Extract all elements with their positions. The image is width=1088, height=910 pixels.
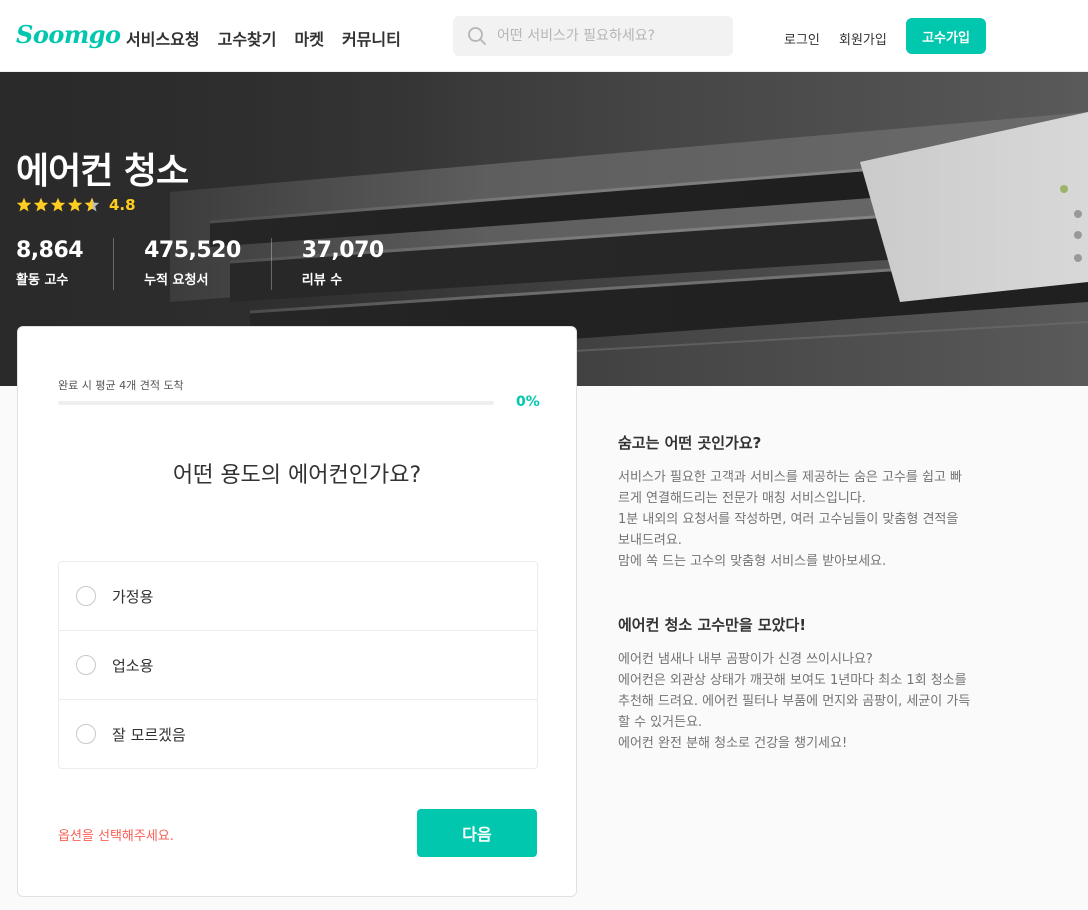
service-text-line: 할 수 있거든요. bbox=[618, 715, 703, 730]
stat-label: 리뷰 수 bbox=[301, 273, 343, 288]
request-form-card: 완료 시 평균 4개 견적 도착 0% 어떤 용도의 에어컨인가요? 가정용 업… bbox=[17, 326, 577, 897]
soomgo-logo[interactable]: Soomgo bbox=[16, 20, 121, 49]
signup-link[interactable]: 회원가입 bbox=[839, 29, 887, 48]
service-text-line: 에어컨 냄새나 내부 곰팡이가 신경 쓰이시나요? bbox=[618, 652, 873, 667]
progress-label: 완료 시 평균 4개 견적 도착 bbox=[58, 379, 184, 392]
option-home[interactable]: 가정용 bbox=[59, 562, 537, 631]
search-icon bbox=[468, 27, 486, 45]
pro-signup-button[interactable]: 고수가입 bbox=[906, 18, 986, 54]
stat-active-pros: 8,864 활동 고수 bbox=[16, 238, 115, 290]
star-icon bbox=[50, 197, 66, 212]
stat-label: 누적 요청서 bbox=[144, 273, 209, 288]
stat-reviews: 37,070 리뷰 수 bbox=[302, 238, 414, 290]
about-text-line: 맘에 쏙 드는 고수의 맞춤형 서비스를 받아보세요. bbox=[618, 554, 887, 569]
radio-button[interactable] bbox=[76, 724, 96, 744]
star-icon bbox=[16, 197, 32, 212]
search-box bbox=[453, 16, 733, 56]
page-title: 에어컨 청소 bbox=[16, 151, 189, 192]
service-description: 에어컨 청소 고수만을 모았다! 에어컨 냄새나 내부 곰팡이가 신경 쓰이시나… bbox=[618, 614, 990, 754]
option-label: 업소용 bbox=[112, 656, 154, 675]
next-button[interactable]: 다음 bbox=[417, 809, 537, 857]
stat-value: 8,864 bbox=[16, 238, 84, 263]
question-title: 어떤 용도의 에어컨인가요? bbox=[172, 463, 422, 488]
option-label: 가정용 bbox=[112, 587, 154, 606]
nav-service-request[interactable]: 서비스요청 bbox=[126, 26, 200, 50]
rating: 4.8 bbox=[16, 196, 136, 214]
star-icon bbox=[33, 197, 49, 212]
about-soomgo: 숨고는 어떤 곳인가요? 서비스가 필요한 고객과 서비스를 제공하는 숨은 고… bbox=[618, 432, 990, 572]
option-unsure[interactable]: 잘 모르겠음 bbox=[59, 700, 537, 768]
stat-value: 475,520 bbox=[144, 238, 241, 263]
radio-button[interactable] bbox=[76, 586, 96, 606]
about-text-line: 1분 내외의 요청서를 작성하면, 여러 고수님들이 맞춤형 견적을 bbox=[618, 512, 959, 527]
about-title: 숨고는 어떤 곳인가요? bbox=[618, 434, 762, 452]
option-list: 가정용 업소용 잘 모르겠음 bbox=[58, 561, 538, 769]
top-header: Soomgo 서비스요청 고수찾기 마켓 커뮤니티 로그인 회원가입 고수가입 bbox=[0, 0, 1088, 72]
nav-market[interactable]: 마켓 bbox=[295, 26, 324, 50]
error-message: 옵션을 선택해주세요. bbox=[58, 829, 174, 844]
rating-value: 4.8 bbox=[109, 196, 136, 214]
main-nav: 서비스요청 고수찾기 마켓 커뮤니티 bbox=[126, 26, 401, 50]
about-text-line: 서비스가 필요한 고객과 서비스를 제공하는 숨은 고수를 쉽고 빠 bbox=[618, 470, 963, 485]
search-input[interactable] bbox=[497, 16, 723, 56]
option-label: 잘 모르겠음 bbox=[112, 725, 186, 744]
about-text-line: 보내드려요. bbox=[618, 533, 682, 548]
stat-label: 활동 고수 bbox=[16, 273, 69, 288]
stat-value: 37,070 bbox=[301, 238, 384, 263]
star-icon bbox=[67, 197, 83, 212]
radio-button[interactable] bbox=[76, 655, 96, 675]
nav-community[interactable]: 커뮤니티 bbox=[342, 26, 401, 50]
service-title: 에어컨 청소 고수만을 모았다! bbox=[618, 616, 807, 634]
stats: 8,864 활동 고수 475,520 누적 요청서 37,070 리뷰 수 bbox=[16, 238, 444, 290]
progress-bar bbox=[58, 401, 494, 405]
progress-percent: 0% bbox=[516, 394, 540, 410]
service-text-line: 에어컨 완전 분해 청소로 건강을 챙기세요! bbox=[618, 736, 848, 751]
stat-total-requests: 475,520 누적 요청서 bbox=[144, 238, 272, 290]
login-link[interactable]: 로그인 bbox=[784, 29, 820, 48]
half-star-icon bbox=[84, 197, 100, 212]
about-text-line: 르게 연결해드리는 전문가 매칭 서비스입니다. bbox=[618, 491, 866, 506]
option-business[interactable]: 업소용 bbox=[59, 631, 537, 700]
service-text-line: 에어컨은 외관상 상태가 깨끗해 보여도 1년마다 최소 1회 청소를 bbox=[618, 673, 967, 688]
nav-find-pro[interactable]: 고수찾기 bbox=[218, 26, 277, 50]
service-text-line: 추천해 드려요. 에어컨 필터나 부품에 먼지와 곰팡이, 세균이 가득 bbox=[618, 694, 971, 709]
